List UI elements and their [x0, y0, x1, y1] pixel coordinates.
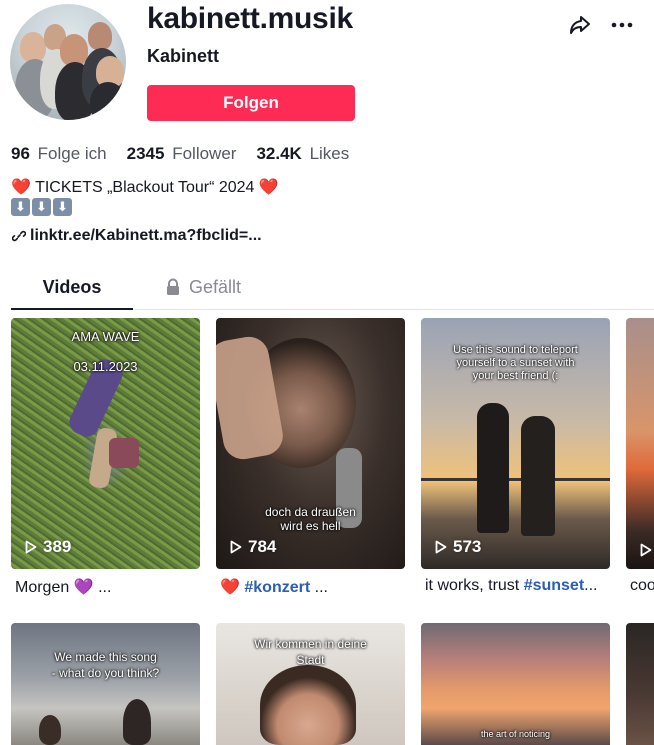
video-thumbnail[interactable]: AMA WAVE 03.11.2023 389	[11, 318, 200, 569]
profile-display-name: Kabinett	[147, 46, 219, 66]
video-thumbnail[interactable]: the art of noticing	[421, 623, 610, 745]
lock-icon	[167, 278, 179, 295]
video-caption[interactable]: Morgen 💜 ...	[15, 577, 200, 597]
followers-stat[interactable]: 2345 Follower	[127, 144, 237, 164]
video-thumbnail[interactable]: Use this sound to teleport yourself to a…	[421, 318, 610, 569]
hashtag-link[interactable]: #konzert	[244, 579, 310, 596]
profile-page: kabinett.musik Kabinett Folgen 96 Folge …	[0, 0, 654, 745]
play-icon	[230, 540, 242, 554]
profile-tabs: Videos Gefällt	[11, 272, 654, 310]
video-thumbnail[interactable]: doch da draußen wird es hell 784	[216, 318, 405, 569]
play-icon	[640, 543, 652, 557]
video-overlay-text: Use this sound to teleport	[453, 344, 578, 356]
purple-heart-icon: 💜	[73, 579, 94, 596]
view-count	[640, 543, 654, 557]
bio-link[interactable]: linktr.ee/Kabinett.ma?fbclid=...	[12, 227, 262, 245]
profile-avatar[interactable]	[10, 4, 126, 120]
down-arrow-icon: ⬇	[53, 198, 72, 216]
down-arrow-icon: ⬇	[11, 198, 30, 216]
video-overlay-text: the art of noticing	[480, 729, 551, 739]
bio-arrows: ⬇ ⬇ ⬇	[11, 198, 279, 216]
video-overlay-text: 03.11.2023	[73, 359, 138, 374]
view-count: 573	[435, 537, 481, 557]
video-overlay-text: yourself to a sunset with	[456, 357, 575, 369]
followers-count: 2345	[126, 144, 165, 163]
caption-text: it works, trust	[425, 577, 520, 594]
video-thumbnail[interactable]	[626, 318, 654, 569]
video-thumbnail[interactable]	[626, 623, 654, 745]
video-overlay-text: - what do you think?	[51, 666, 160, 680]
following-count: 96	[11, 144, 30, 163]
play-icon	[435, 540, 447, 554]
view-count: 389	[25, 537, 71, 557]
view-count: 784	[230, 537, 276, 557]
video-overlay-text: doch da draußen	[265, 505, 356, 519]
heart-icon: ❤️	[11, 179, 31, 196]
likes-count: 32.4K	[256, 144, 302, 163]
video-overlay-text: wird es hell	[280, 519, 341, 533]
video-caption[interactable]: coo	[630, 577, 654, 595]
caption-ellipsis: ...	[584, 577, 598, 594]
caption-ellipsis: ...	[314, 579, 328, 596]
video-overlay-text: your best friend (:	[472, 370, 559, 382]
hashtag-link[interactable]: #sunset	[524, 577, 584, 594]
profile-bio: ❤️ TICKETS „Blackout Tour“ 2024 ❤️ ⬇ ⬇ ⬇	[11, 178, 279, 216]
tab-videos[interactable]: Videos	[11, 272, 133, 310]
view-count-value: 784	[248, 537, 277, 556]
caption-text: Morgen	[15, 579, 70, 596]
video-overlay-text: Wir kommen in deine	[254, 637, 367, 651]
profile-username: kabinett.musik	[147, 2, 353, 35]
video-overlay-text: Stadt	[296, 653, 325, 667]
likes-stat: 32.4K Likes	[256, 144, 349, 164]
video-thumbnail[interactable]: We made this song - what do you think?	[11, 623, 200, 745]
tab-liked[interactable]: Gefällt	[165, 272, 241, 310]
caption-ellipsis: ...	[98, 579, 112, 596]
video-thumbnail[interactable]: Wir kommen in deine Stadt	[216, 623, 405, 745]
follow-button[interactable]: Folgen	[147, 85, 355, 121]
bio-text: TICKETS „Blackout Tour“ 2024	[35, 179, 255, 196]
video-overlay-text: AMA WAVE	[71, 329, 140, 344]
more-options-icon[interactable]	[609, 12, 635, 38]
profile-stats: 96 Folge ich 2345 Follower 32.4K Likes	[11, 144, 369, 164]
caption-text: coo	[630, 577, 654, 594]
bio-link-text: linktr.ee/Kabinett.ma?fbclid=...	[30, 227, 262, 244]
share-icon[interactable]	[567, 12, 593, 38]
likes-label: Likes	[309, 144, 350, 163]
following-label: Folge ich	[37, 144, 107, 163]
heart-icon: ❤️	[258, 179, 279, 196]
heart-icon: ❤️	[220, 579, 240, 596]
following-stat[interactable]: 96 Folge ich	[11, 144, 107, 164]
view-count-value: 573	[453, 537, 482, 556]
video-overlay-text: We made this song	[54, 650, 157, 664]
video-caption[interactable]: it works, trust #sunset...	[425, 577, 610, 595]
link-icon	[12, 230, 26, 242]
view-count-value: 389	[43, 537, 72, 556]
video-caption[interactable]: ❤️ #konzert ...	[220, 577, 405, 597]
followers-label: Follower	[172, 144, 237, 163]
down-arrow-icon: ⬇	[32, 198, 51, 216]
tab-liked-label: Gefällt	[189, 277, 242, 297]
play-icon	[25, 540, 37, 554]
